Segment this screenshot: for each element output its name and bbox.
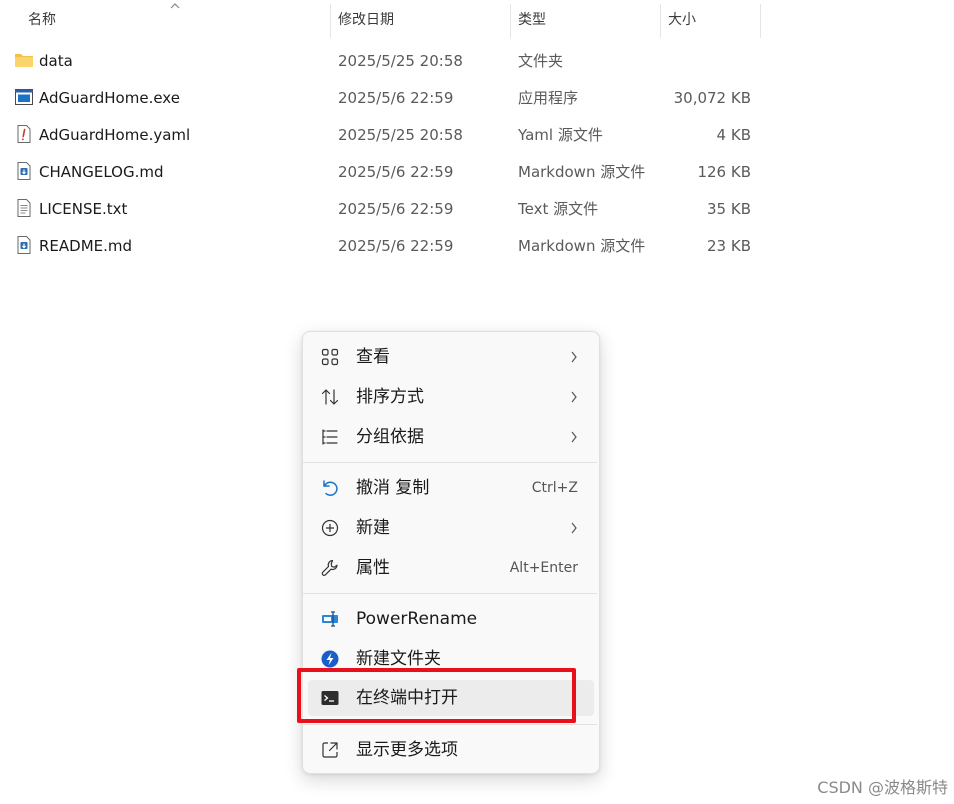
markdown-file-icon	[17, 162, 31, 180]
exe-icon	[15, 89, 33, 105]
file-size: 30,072 KB	[673, 89, 751, 107]
file-type: Yaml 源文件	[518, 126, 603, 144]
file-type: Text 源文件	[518, 200, 599, 218]
wrench-icon	[321, 559, 338, 576]
chevron-right-icon	[571, 431, 577, 443]
file-name: AdGuardHome.yaml	[39, 126, 191, 144]
column-divider[interactable]	[330, 4, 331, 38]
file-row[interactable]: README.md 2025/5/6 22:59 Markdown 源文件 23…	[0, 228, 954, 265]
chevron-right-icon	[571, 391, 577, 403]
menu-separator	[303, 462, 597, 463]
file-date: 2025/5/6 22:59	[338, 237, 454, 255]
plus-circle-icon	[321, 519, 339, 537]
file-name: AdGuardHome.exe	[39, 89, 180, 107]
text-file-icon	[17, 199, 31, 217]
menu-item-undo-copy[interactable]: 撤消 复制 Ctrl+Z	[308, 470, 594, 506]
group-list-icon	[322, 429, 338, 445]
file-date: 2025/5/25 20:58	[338, 126, 463, 144]
folder-icon	[15, 54, 33, 67]
file-date: 2025/5/6 22:59	[338, 89, 454, 107]
file-row[interactable]: CHANGELOG.md 2025/5/6 22:59 Markdown 源文件…	[0, 154, 954, 191]
column-divider[interactable]	[760, 4, 761, 38]
menu-item-shortcut: Ctrl+Z	[531, 480, 578, 496]
menu-item-group-by[interactable]: 分组依据	[308, 419, 594, 455]
file-row[interactable]: AdGuardHome.exe 2025/5/6 22:59 应用程序 30,0…	[0, 80, 954, 117]
file-name: data	[39, 52, 73, 70]
file-type: Markdown 源文件	[518, 163, 646, 181]
column-modified[interactable]: 修改日期	[338, 0, 394, 38]
grid-view-icon	[321, 348, 339, 366]
chevron-right-icon	[571, 522, 577, 534]
new-folder-bolt-icon	[321, 650, 339, 668]
file-date: 2025/5/6 22:59	[338, 163, 454, 181]
column-divider[interactable]	[660, 4, 661, 38]
menu-item-label: 分组依据	[356, 427, 424, 447]
file-row[interactable]: AdGuardHome.yaml 2025/5/25 20:58 Yaml 源文…	[0, 117, 954, 154]
file-date: 2025/5/6 22:59	[338, 200, 454, 218]
menu-separator	[303, 724, 597, 725]
file-row[interactable]: data 2025/5/25 20:58 文件夹	[0, 43, 954, 80]
menu-item-label: 新建	[356, 518, 390, 538]
file-name: LICENSE.txt	[39, 200, 128, 218]
menu-separator	[303, 593, 597, 594]
highlight-annotation-box	[297, 668, 576, 723]
menu-item-new[interactable]: 新建	[308, 510, 594, 546]
menu-item-show-more-options[interactable]: 显示更多选项	[308, 732, 594, 768]
menu-item-label: 查看	[356, 347, 390, 367]
powerrename-icon	[322, 611, 338, 627]
file-size: 35 KB	[707, 200, 751, 218]
file-type: Markdown 源文件	[518, 237, 646, 255]
file-name: CHANGELOG.md	[39, 163, 164, 181]
file-size: 126 KB	[697, 163, 751, 181]
sort-arrows-icon	[321, 389, 339, 405]
undo-icon	[323, 480, 338, 496]
watermark: CSDN @波格斯特	[817, 778, 948, 797]
file-type: 应用程序	[518, 89, 579, 107]
menu-item-label: 显示更多选项	[356, 740, 458, 760]
markdown-file-icon	[17, 236, 31, 254]
file-name: README.md	[39, 237, 133, 255]
column-divider[interactable]	[510, 4, 511, 38]
menu-item-label: 属性	[356, 558, 390, 578]
column-type[interactable]: 类型	[518, 0, 546, 38]
sort-up-icon[interactable]	[169, 0, 181, 10]
menu-item-label: PowerRename	[356, 609, 478, 629]
menu-item-powerrename[interactable]: PowerRename	[308, 601, 594, 637]
file-size: 23 KB	[707, 237, 751, 255]
menu-item-sort[interactable]: 排序方式	[308, 379, 594, 415]
yaml-file-icon	[17, 125, 31, 143]
column-name[interactable]: 名称	[28, 0, 56, 38]
menu-item-label: 撤消 复制	[356, 478, 430, 498]
chevron-right-icon	[571, 351, 577, 363]
column-size[interactable]: 大小	[668, 0, 696, 38]
menu-item-label: 排序方式	[356, 387, 424, 407]
column-header: 名称 修改日期 类型 大小	[0, 0, 954, 38]
file-date: 2025/5/25 20:58	[338, 52, 463, 70]
external-open-icon	[322, 742, 338, 758]
menu-item-view[interactable]: 查看	[308, 339, 594, 375]
file-row[interactable]: LICENSE.txt 2025/5/6 22:59 Text 源文件 35 K…	[0, 191, 954, 228]
menu-item-shortcut: Alt+Enter	[509, 560, 578, 576]
file-type: 文件夹	[518, 52, 564, 70]
file-size: 4 KB	[716, 126, 751, 144]
menu-item-properties[interactable]: 属性 Alt+Enter	[308, 550, 594, 586]
